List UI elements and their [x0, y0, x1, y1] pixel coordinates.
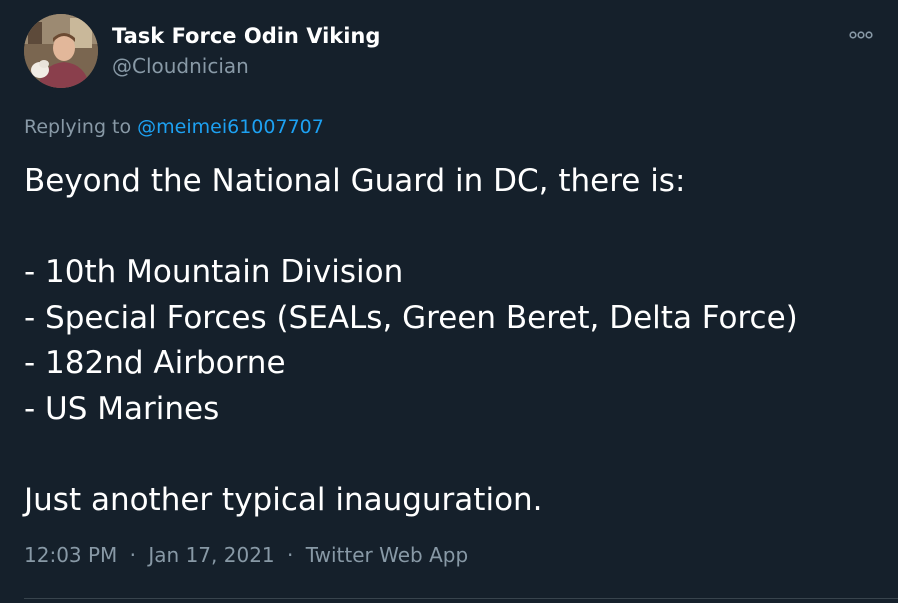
author-handle[interactable]: @Cloudnician: [112, 52, 249, 80]
tweet-source-link[interactable]: Twitter Web App: [306, 543, 468, 567]
tweet-text-line: - 182nd Airborne: [24, 345, 286, 381]
meta-separator: ·: [287, 543, 294, 567]
replying-to: Replying to @meimei61007707: [24, 113, 324, 141]
divider: [24, 598, 898, 599]
tweet-text-line: - Special Forces (SEALs, Green Beret, De…: [24, 299, 798, 336]
tweet-time-link[interactable]: 12:03 PM: [24, 543, 117, 567]
tweet-detail: Task Force Odin Viking @Cloudnician Repl…: [0, 0, 898, 603]
tweet-date-link[interactable]: Jan 17, 2021: [148, 543, 274, 567]
more-horizontal-icon: [849, 31, 873, 39]
tweet-text: Beyond the National Guard in DC, there i…: [24, 159, 884, 523]
tweet-text-line: [24, 205, 884, 251]
reply-mention-link[interactable]: @meimei61007707: [137, 116, 324, 138]
tweet-text-line: Beyond the National Guard in DC, there i…: [24, 163, 686, 199]
avatar[interactable]: [24, 14, 98, 88]
more-options-button[interactable]: [840, 22, 882, 48]
tweet-text-line: Just another typical inauguration.: [24, 481, 543, 518]
replying-to-label: Replying to: [24, 116, 132, 138]
tweet-text-line: - US Marines: [24, 390, 220, 427]
tweet-metadata: 12:03 PM · Jan 17, 2021 · Twitter Web Ap…: [24, 541, 468, 569]
tweet-text-line: [24, 432, 884, 478]
profile-photo-icon: [24, 14, 98, 88]
tweet-text-line: - 10th Mountain Division: [24, 254, 404, 290]
meta-separator: ·: [129, 543, 137, 567]
author-display-name[interactable]: Task Force Odin Viking: [112, 22, 380, 50]
